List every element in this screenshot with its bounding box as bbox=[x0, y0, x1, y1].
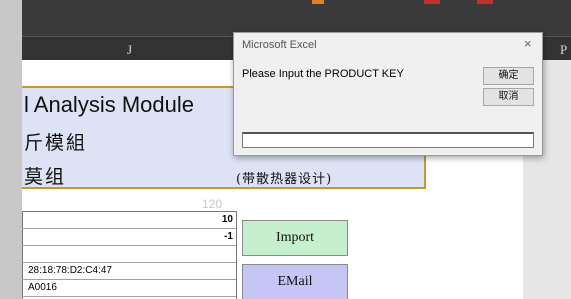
column-letter-j[interactable]: J bbox=[127, 42, 132, 58]
dialog-message: Please Input the PRODUCT KEY bbox=[242, 68, 404, 80]
data-cell[interactable]: A0016 bbox=[22, 280, 236, 297]
cell-value: 10 bbox=[221, 214, 233, 225]
ribbon-accent bbox=[424, 0, 440, 4]
ribbon-accent bbox=[477, 0, 493, 4]
column-letter-p[interactable]: P bbox=[560, 42, 567, 58]
mac-address-value: 28:18:78:D2:C4:47 bbox=[28, 265, 112, 276]
product-key-dialog: Microsoft Excel × Please Input the PRODU… bbox=[233, 32, 543, 156]
data-cell[interactable]: -1 bbox=[22, 229, 236, 246]
faint-value: 120 bbox=[202, 197, 223, 211]
dialog-title: Microsoft Excel bbox=[242, 39, 317, 51]
ok-button[interactable]: 确定 bbox=[483, 67, 534, 85]
module-title-cn: 斤模組 bbox=[24, 132, 88, 154]
ribbon-accent bbox=[312, 0, 324, 4]
data-cell[interactable]: 10 bbox=[22, 212, 236, 229]
data-cell[interactable]: 28:18:78:D2:C4:47 bbox=[22, 263, 236, 280]
heatsink-note: (带散热器设计) bbox=[236, 172, 333, 187]
cell-value: -1 bbox=[224, 231, 233, 242]
close-icon[interactable]: × bbox=[524, 36, 532, 51]
email-button[interactable]: EMail bbox=[242, 264, 348, 299]
module-title-en: l Analysis Module bbox=[24, 92, 194, 117]
cancel-button[interactable]: 取消 bbox=[483, 88, 534, 106]
cell-border bbox=[236, 211, 237, 299]
import-button[interactable]: Import bbox=[242, 220, 348, 256]
module-subtitle-cn: 莫组 bbox=[24, 166, 67, 188]
data-cell[interactable] bbox=[22, 246, 236, 263]
product-id-value: A0016 bbox=[28, 282, 57, 293]
title-box-bottom-border bbox=[22, 187, 426, 189]
ribbon-band bbox=[22, 0, 571, 36]
product-key-input[interactable] bbox=[242, 132, 534, 148]
row-header-strip bbox=[0, 0, 22, 299]
